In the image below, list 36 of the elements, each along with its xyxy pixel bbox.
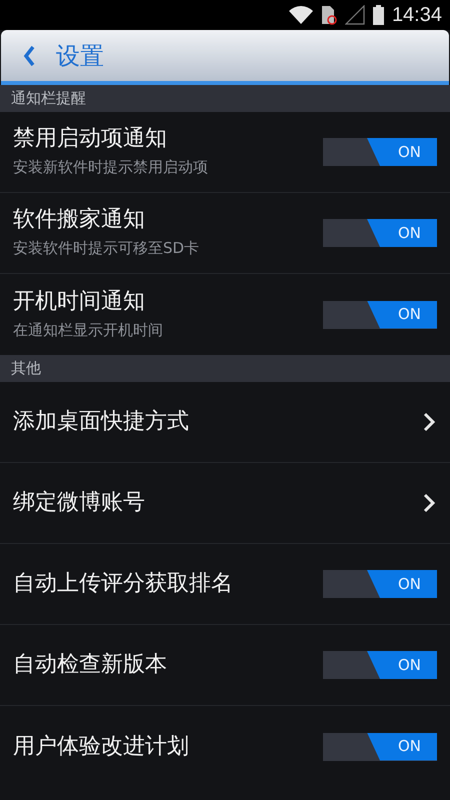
settings-row[interactable]: 绑定微博账号 (0, 463, 450, 544)
toggle-switch[interactable]: ON (323, 219, 437, 247)
toggle-switch[interactable]: ON (323, 651, 437, 679)
signal-icon (344, 5, 365, 25)
settings-row[interactable]: 禁用启动项通知 安装新软件时提示禁用启动项 ON (0, 112, 450, 193)
settings-row[interactable]: 自动上传评分获取排名 ON (0, 544, 450, 625)
toggle-switch[interactable]: ON (323, 732, 437, 760)
settings-row[interactable]: 软件搬家通知 安装软件时提示可移至SD卡 ON (0, 193, 450, 274)
section-header: 其他 (0, 355, 450, 382)
setting-title: 开机时间通知 (13, 288, 146, 316)
toggle-switch[interactable]: ON (323, 570, 437, 598)
toggle-switch[interactable]: ON (323, 138, 437, 166)
status-time: 14:34 (392, 3, 442, 28)
setting-title: 用户体验改进计划 (13, 732, 189, 760)
setting-title: 自动检查新版本 (13, 651, 167, 679)
setting-description: 安装新软件时提示禁用启动项 (13, 157, 208, 178)
settings-row[interactable]: 自动检查新版本 ON (0, 625, 450, 706)
chevron-left-icon (23, 44, 35, 66)
battery-icon (372, 5, 384, 25)
setting-description: 在通知栏显示开机时间 (13, 320, 163, 341)
setting-title: 软件搬家通知 (13, 206, 146, 234)
chevron-right-icon (423, 493, 435, 513)
settings-row[interactable]: 用户体验改进计划 ON (0, 706, 450, 787)
settings-row[interactable]: 开机时间通知 在通知栏显示开机时间 ON (0, 274, 450, 355)
wifi-icon (288, 6, 313, 24)
toggle-switch[interactable]: ON (323, 300, 437, 328)
setting-title: 添加桌面快捷方式 (13, 408, 189, 436)
chevron-right-icon (423, 412, 435, 432)
setting-title: 绑定微博账号 (13, 489, 145, 517)
sim-card-icon (320, 5, 337, 25)
settings-row[interactable]: 添加桌面快捷方式 (0, 382, 450, 463)
setting-title: 自动上传评分获取排名 (13, 570, 233, 598)
setting-description: 安装软件时提示可移至SD卡 (13, 238, 200, 260)
section-header: 通知栏提醒 (0, 85, 450, 112)
page-title: 设置 (56, 40, 104, 72)
setting-title: 禁用启动项通知 (13, 125, 168, 154)
